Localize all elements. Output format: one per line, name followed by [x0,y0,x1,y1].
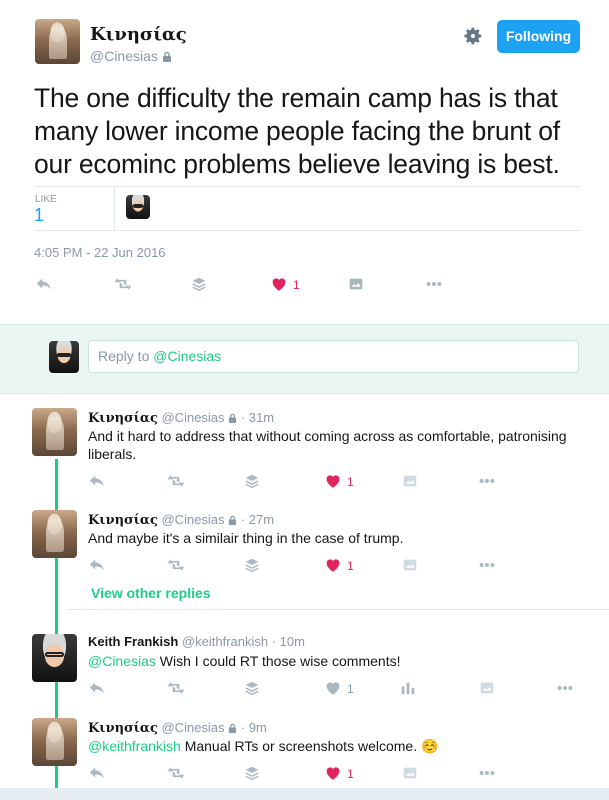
more-icon[interactable] [478,556,496,574]
reply-time[interactable]: · 10m [272,634,305,649]
reply-author-handle[interactable]: @Cinesias [161,410,224,425]
reply-header: Κινησίας @Cinesias · 9m [88,720,267,736]
reply-author-name[interactable]: Κινησίας [88,721,158,736]
reply-text: And it hard to address that without comi… [88,428,567,462]
thread-divider [68,609,609,610]
liker-avatar[interactable] [126,195,150,219]
more-icon[interactable] [425,275,443,293]
like-heart-icon[interactable] [270,275,288,293]
reply-author-name[interactable]: Keith Frankish [88,634,178,649]
reply-text: @keithfrankish Manual RTs or screenshots… [88,737,588,755]
like-count: 1 [347,767,354,781]
reply-text: And maybe it's a similair thing in the c… [88,530,404,546]
layers-icon[interactable] [190,275,208,293]
reply-mention[interactable]: @Cinesias [88,653,156,669]
reply-author-name[interactable]: Κινησίας [88,411,158,426]
media-icon[interactable] [401,472,419,490]
main-tweet-timestamp[interactable]: 4:05 PM - 22 Jun 2016 [34,245,166,260]
footer-bar [0,788,609,800]
more-icon[interactable] [556,679,574,697]
reply-avatar[interactable] [32,634,77,682]
reply-body: Wish I could RT those wise comments! [155,653,401,669]
media-icon[interactable] [401,556,419,574]
reply-time[interactable]: · 31m [241,410,274,425]
retweet-icon[interactable] [167,556,185,574]
like-heart-icon[interactable] [324,556,342,574]
composer-avatar [49,341,79,373]
reply-time[interactable]: · 9m [241,720,267,735]
view-other-replies-link[interactable]: View other replies [91,585,211,601]
author-handle-text: @Cinesias [90,48,158,64]
more-icon[interactable] [478,764,496,782]
reply-time[interactable]: · 27m [241,512,274,527]
like-count: 1 [347,475,354,489]
reply-author-handle[interactable]: @Cinesias [161,720,224,735]
layers-icon[interactable] [243,764,261,782]
analytics-icon[interactable] [399,679,417,697]
reply-avatar[interactable] [32,718,77,766]
more-icon[interactable] [478,472,496,490]
lock-icon [229,515,237,525]
reply-icon[interactable] [88,556,106,574]
layers-icon[interactable] [243,556,261,574]
media-icon[interactable] [478,679,496,697]
like-heart-icon[interactable] [324,472,342,490]
retweet-icon[interactable] [167,764,185,782]
reply-input-mention: @Cinesias [153,348,222,364]
following-button[interactable]: Following [497,20,580,53]
reply-header: Keith Frankish @keithfrankish · 10m [88,634,305,649]
reply-mention[interactable]: @keithfrankish [88,738,181,754]
reply-author-handle[interactable]: @keithfrankish [182,634,268,649]
author-handle[interactable]: @Cinesias [90,48,172,64]
media-icon[interactable] [347,275,365,293]
like-heart-icon[interactable] [324,679,342,697]
layers-icon[interactable] [243,472,261,490]
main-tweet-text: The one difficulty the remain camp has i… [34,83,560,179]
media-icon[interactable] [401,764,419,782]
author-display-name[interactable]: Κινησίας [90,24,187,45]
reply-author-name[interactable]: Κινησίας [88,513,158,528]
reply-avatar[interactable] [32,510,77,558]
lock-icon [162,51,171,62]
reply-header: Κινησίας @Cinesias · 31m [88,410,274,426]
reply-body: Manual RTs or screenshots welcome. ☺️ [180,738,439,754]
reply-icon[interactable] [88,764,106,782]
reply-text: @Cinesias Wish I could RT those wise com… [88,652,588,670]
stats-vertical-divider [114,186,115,230]
layers-icon[interactable] [243,679,261,697]
reply-icon[interactable] [88,679,106,697]
reply-avatar[interactable] [32,408,77,456]
like-count: 1 [293,278,300,292]
like-stat-count[interactable]: 1 [34,205,44,226]
reply-author-handle[interactable]: @Cinesias [161,512,224,527]
gear-icon[interactable] [462,25,484,47]
stats-bottom-divider [34,230,580,231]
retweet-icon[interactable] [114,275,132,293]
lock-icon [229,413,237,423]
reply-icon[interactable] [35,275,53,293]
reply-header: Κινησίας @Cinesias · 27m [88,512,274,528]
like-count: 1 [347,559,354,573]
retweet-icon[interactable] [167,679,185,697]
reply-input-prefix: Reply to [98,348,154,364]
like-stat-label: LIKE [35,194,57,205]
like-heart-icon[interactable] [324,764,342,782]
lock-icon [229,723,237,733]
retweet-icon[interactable] [167,472,185,490]
author-avatar[interactable] [35,19,80,64]
reply-input[interactable]: Reply to @Cinesias [88,340,579,373]
like-count: 1 [347,682,354,696]
stats-top-divider [34,186,580,187]
reply-icon[interactable] [88,472,106,490]
